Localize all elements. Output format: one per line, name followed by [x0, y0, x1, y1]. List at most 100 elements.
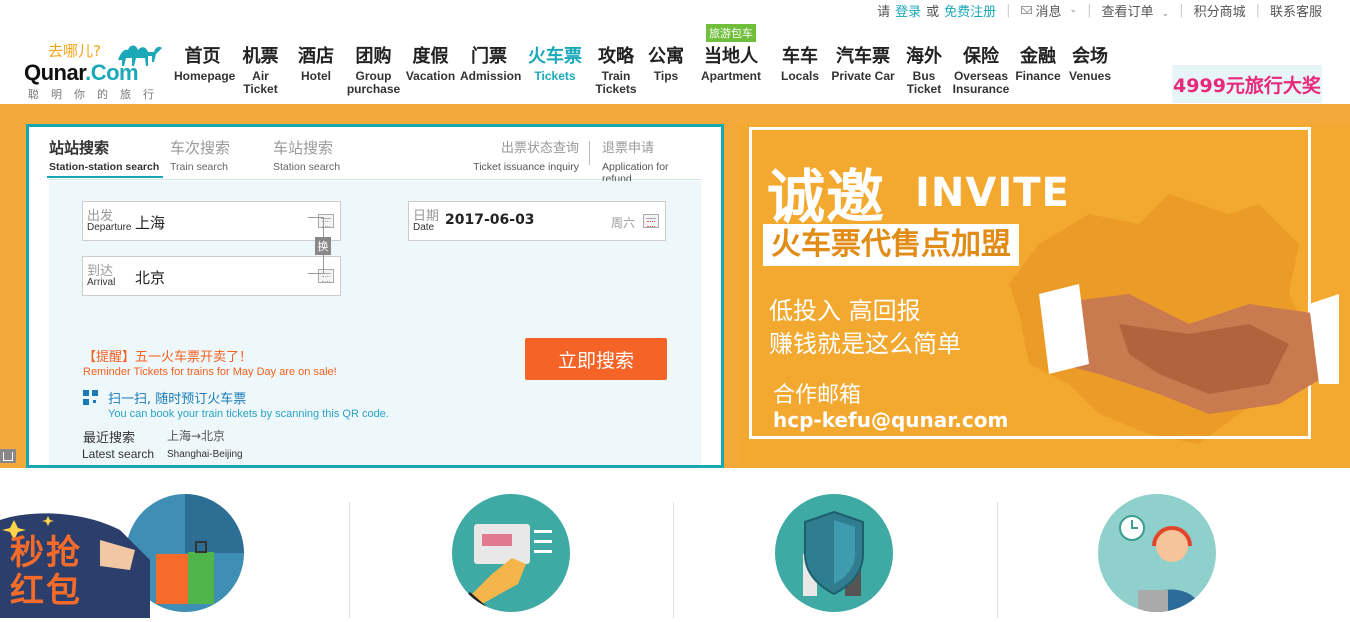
promo-banner[interactable]: 4999元旅行大奖 — [1172, 65, 1322, 103]
tab-station-search[interactable]: 车站搜索 Station search — [273, 137, 340, 173]
nav-item-8[interactable]: 公寓 Tips — [642, 44, 690, 96]
nav-item-10[interactable]: 车车 Locals — [772, 44, 828, 96]
divider: | — [1179, 2, 1184, 18]
nav-label-en: Finance — [1015, 69, 1061, 83]
points-mall-link[interactable]: 积分商城 — [1194, 1, 1246, 20]
messages-menu[interactable]: 消息 ⌄ — [1020, 1, 1077, 20]
recent-search-label-en: Latest search — [82, 447, 155, 461]
nav-item-3[interactable]: 团购 Group purchase — [344, 44, 403, 96]
customer-service-icon — [1119, 515, 1202, 612]
nav-item-13[interactable]: 保险 Overseas Insurance — [950, 44, 1012, 96]
login-link[interactable]: 登录 — [895, 1, 921, 20]
nav-label-en: Vacation — [405, 69, 456, 83]
nav-label-en: Locals — [780, 69, 819, 83]
departure-value: 上海 — [135, 214, 166, 232]
nav-label: 酒店 — [298, 46, 334, 67]
home-icon[interactable] — [0, 449, 16, 463]
tab-label: 出票状态查询 — [500, 141, 579, 156]
or-text: 或 — [926, 4, 940, 20]
divider — [997, 502, 998, 618]
handshake-image — [1039, 284, 1339, 414]
feature-security-icon[interactable] — [775, 494, 893, 612]
tab-label: 车站搜索 — [273, 139, 334, 157]
orders-menu[interactable]: 查看订单 ⌄ — [1101, 1, 1169, 20]
nav-item-2[interactable]: 酒店 Hotel — [288, 44, 344, 96]
search-button[interactable]: 立即搜索 — [525, 338, 667, 380]
logo-slogan: 聪明你的旅行 — [28, 88, 166, 101]
nav-badge: 旅游包车 — [706, 24, 756, 42]
tab-label-en: Station search — [273, 161, 341, 173]
date-field[interactable]: 日期 Date 2017-06-03 周六 — [408, 201, 666, 241]
feature-service-icon[interactable] — [1098, 494, 1216, 612]
please-text: 请 — [877, 4, 891, 20]
tab-refund[interactable]: 退票申请 Application for refund — [602, 137, 701, 185]
nav-label: 门票 — [471, 46, 507, 67]
messages-label: 消息 — [1035, 4, 1062, 20]
banner-email: hcp-kefu@qunar.com — [773, 408, 1009, 432]
nav-item-9[interactable]: 旅游包车当地人 Apartment — [690, 24, 772, 96]
features-row — [0, 468, 1350, 618]
nav-item-4[interactable]: 度假 Vacation — [403, 44, 458, 96]
arrival-field[interactable]: 到达 Arrival 北京 — [82, 256, 341, 296]
mail-icon — [1020, 6, 1032, 14]
nav-label: 公寓 — [648, 46, 684, 67]
search-form: 出发 Departure 上海 到达 Arrival 北京 换 日期 Date … — [49, 181, 701, 465]
nav-label: 度假 — [412, 46, 449, 67]
red-packet-label: 秒抢红包 — [10, 533, 82, 611]
tab-label-en: Train search — [170, 161, 228, 173]
nav-label: 团购 — [355, 46, 392, 67]
banner-join-label: 火车票代售点加盟 — [763, 224, 1019, 266]
feature-payment-icon[interactable] — [452, 494, 570, 612]
divider — [589, 141, 590, 165]
nav-item-15[interactable]: 会场 Venues — [1064, 44, 1116, 96]
nav-item-0[interactable]: 首页 Homepage — [172, 44, 236, 96]
date-value: 2017-06-03 — [445, 212, 535, 228]
nav-item-14[interactable]: 金融 Finance — [1012, 44, 1064, 96]
qr-code-icon — [83, 390, 98, 405]
logo-brand: Qunar.Com — [24, 60, 139, 86]
calendar-icon[interactable] — [643, 214, 659, 228]
divider: | — [1255, 2, 1260, 18]
nav-label: 首页 — [184, 46, 221, 67]
banner-invite: INVITE — [915, 170, 1070, 216]
nav-label: 金融 — [1020, 46, 1056, 67]
nav-label: 当地人 — [704, 46, 758, 67]
orders-label: 查看订单 — [1101, 4, 1154, 20]
nav-label: 汽车票 — [836, 46, 890, 67]
nav-label-en: Hotel — [301, 69, 331, 83]
swap-stations-button[interactable]: 换 — [315, 237, 331, 255]
divider: | — [1006, 2, 1011, 18]
nav-item-5[interactable]: 门票 Admission — [458, 44, 521, 96]
nav-label-en: Train Tickets — [595, 69, 637, 96]
nav-label: 保险 — [963, 46, 999, 67]
contact-service-link[interactable]: 联系客服 — [1270, 1, 1322, 20]
nav-label-en: Tickets — [534, 69, 576, 83]
franchise-banner[interactable]: 诚邀 INVITE 火车票代售点加盟 低投入 高回报 赚钱就是这么简单 合作邮箱… — [739, 124, 1350, 468]
hero-section: 站站搜索 Station-station search 车次搜索 Train s… — [0, 104, 1350, 468]
tab-station-station[interactable]: 站站搜索 Station-station search — [46, 137, 164, 178]
top-bar: 请 登录 或 免费注册 | 消息 ⌄ | 查看订单 ⌄ | 积分商城 | 联系客… — [877, 0, 1322, 20]
nav-item-12[interactable]: 海外 Bus Ticket — [898, 44, 950, 96]
banner-slogan-1: 低投入 高回报 — [769, 297, 921, 325]
divider: | — [1087, 2, 1092, 18]
nav-item-1[interactable]: 机票 Air Ticket — [233, 44, 288, 96]
nav-item-11[interactable]: 汽车票 Private Car — [828, 44, 898, 96]
nav-label-en: Apartment — [700, 69, 761, 83]
nav-item-7[interactable]: 攻略 Train Tickets — [590, 44, 642, 96]
divider — [349, 502, 350, 618]
nav-label: 车车 — [782, 46, 818, 67]
recent-search-label: 最近搜索 — [83, 431, 136, 446]
nav-label-en: Homepage — [174, 69, 236, 83]
card-payment-icon — [462, 524, 552, 612]
tab-label: 退票申请 — [602, 141, 655, 156]
tab-train-search[interactable]: 车次搜索 Train search — [170, 137, 230, 173]
red-packet-popup[interactable]: 秒抢红包 — [0, 510, 150, 618]
register-link[interactable]: 免费注册 — [944, 1, 996, 20]
tab-ticket-inquiry[interactable]: 出票状态查询 Ticket issuance inquiry — [455, 137, 579, 173]
qr-booking-link[interactable]: 扫一扫, 随时预订火车票 — [83, 388, 246, 407]
departure-field[interactable]: 出发 Departure 上海 — [82, 201, 341, 241]
departure-label-en: Departure — [87, 222, 132, 233]
qunar-logo[interactable]: 去哪儿? Qunar.Com 聪明你的旅行 — [24, 40, 169, 101]
recent-search-item[interactable]: 上海→北京 — [167, 427, 225, 444]
nav-item-6[interactable]: 火车票 Tickets — [520, 44, 590, 96]
